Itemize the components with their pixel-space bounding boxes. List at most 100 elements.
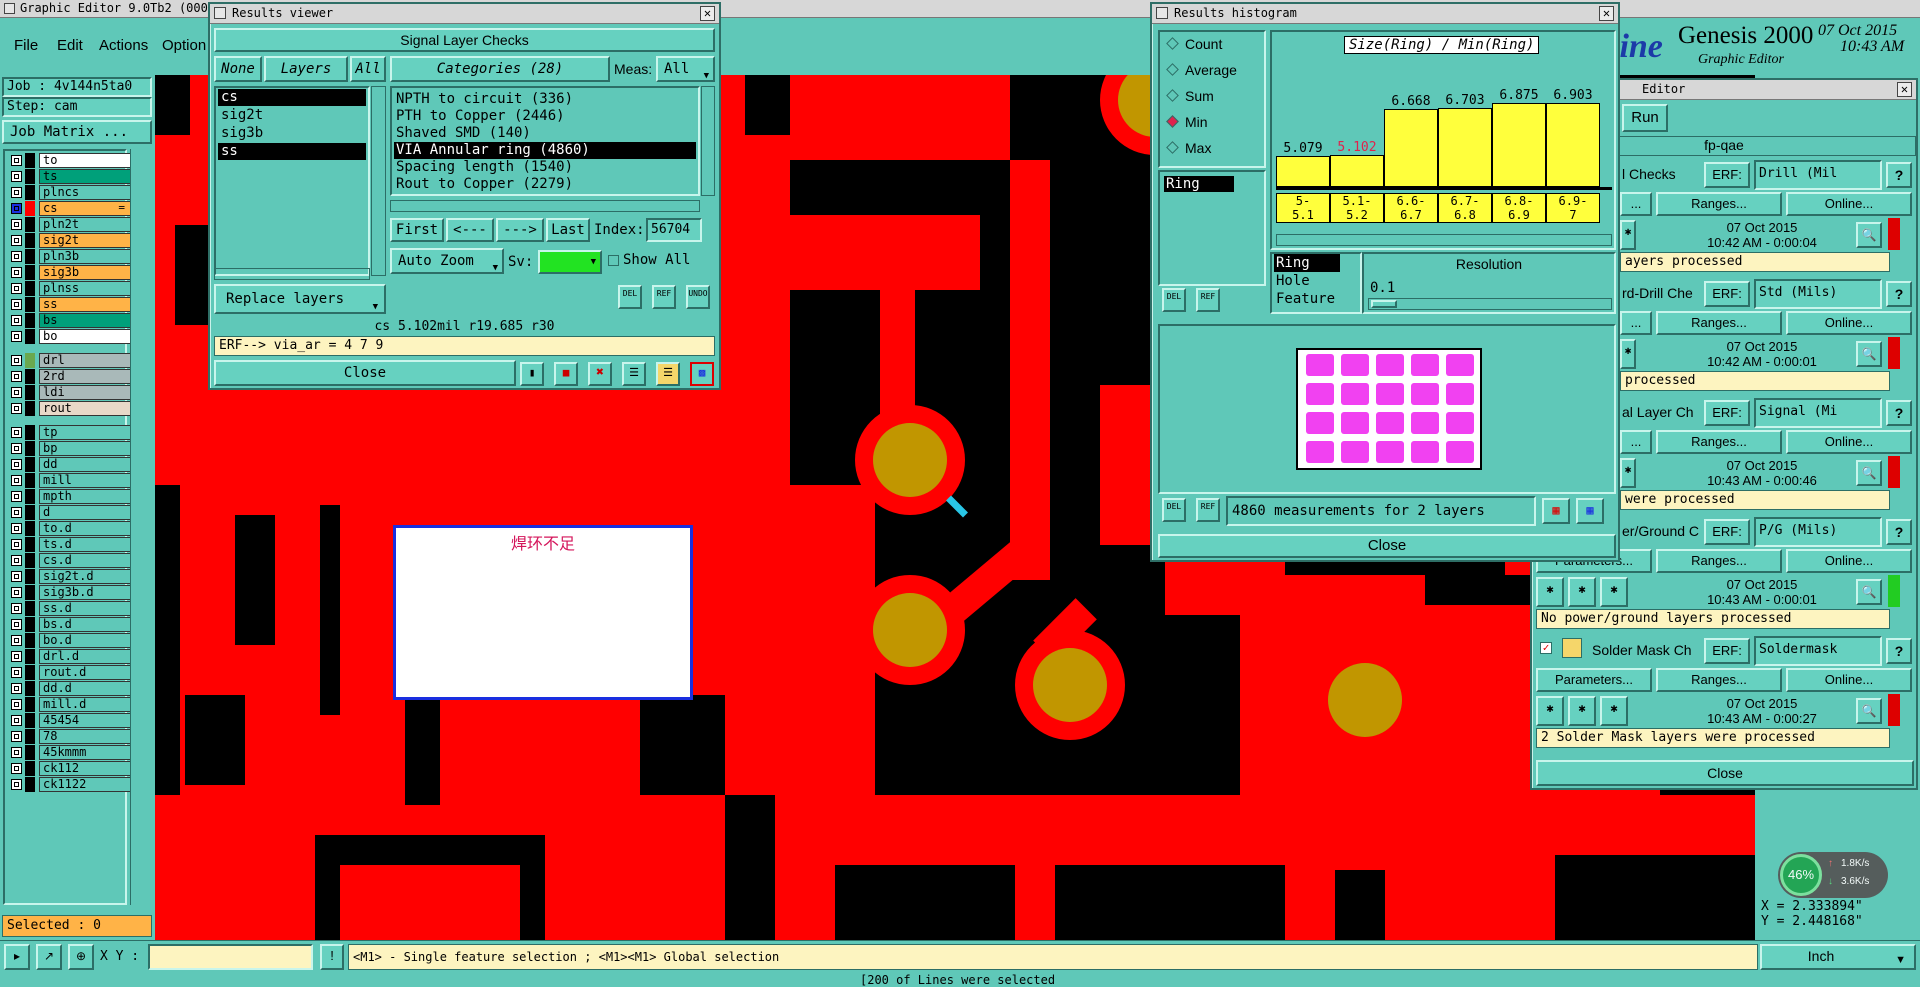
layer-row[interactable]: mill.d bbox=[11, 697, 133, 712]
del-icon[interactable]: DEL bbox=[618, 285, 642, 309]
category-item[interactable]: NPTH to circuit (336) bbox=[394, 91, 696, 108]
run-action-icon[interactable]: ✱ bbox=[1620, 339, 1636, 369]
run-action-icon[interactable]: ✱ bbox=[1600, 577, 1628, 607]
layer-color-swatch[interactable] bbox=[25, 601, 35, 616]
layer-row[interactable]: drl bbox=[11, 353, 133, 368]
layer-checkbox[interactable] bbox=[11, 283, 22, 294]
layer-checkbox[interactable] bbox=[11, 635, 22, 646]
help-button[interactable]: ? bbox=[1886, 162, 1912, 188]
online-button[interactable]: Online... bbox=[1786, 430, 1912, 454]
layer-color-swatch[interactable] bbox=[25, 185, 35, 200]
numbered-list-icon[interactable]: ☰ bbox=[622, 362, 646, 386]
none-button[interactable]: None bbox=[214, 56, 262, 82]
histogram-bar[interactable] bbox=[1438, 108, 1492, 187]
layer-color-swatch[interactable] bbox=[25, 569, 35, 584]
parameters-button[interactable]: Parameters... bbox=[1536, 668, 1652, 692]
menu-file[interactable]: File bbox=[14, 37, 38, 54]
layer-row[interactable]: dd.d bbox=[11, 681, 133, 696]
layer-checkbox[interactable] bbox=[11, 355, 22, 366]
layer-color-swatch[interactable] bbox=[25, 313, 35, 328]
category-item[interactable]: Shaved SMD (140) bbox=[394, 125, 696, 142]
layer-row[interactable]: ldi bbox=[11, 385, 133, 400]
close-icon[interactable]: ✕ bbox=[700, 6, 715, 21]
layer-color-swatch[interactable] bbox=[25, 401, 35, 416]
histogram-icon[interactable]: ▩ bbox=[690, 362, 714, 386]
layer-row[interactable]: rout.d bbox=[11, 665, 133, 680]
layer-checkbox[interactable] bbox=[11, 155, 22, 166]
layer-row[interactable]: drl.d bbox=[11, 649, 133, 664]
layer-scrollbar[interactable] bbox=[130, 149, 152, 905]
ring-list-item[interactable]: Ring bbox=[1164, 176, 1234, 192]
zoom-icon[interactable]: 🔍 bbox=[1856, 460, 1882, 486]
layer-row[interactable]: bs bbox=[11, 313, 133, 328]
menu-edit[interactable]: Edit bbox=[57, 37, 83, 54]
window-menu-icon[interactable] bbox=[4, 3, 15, 14]
via-pad[interactable] bbox=[1310, 645, 1420, 755]
layer-color-swatch[interactable] bbox=[25, 441, 35, 456]
resolution-slider[interactable] bbox=[1368, 298, 1612, 310]
layer-checkbox[interactable] bbox=[11, 603, 22, 614]
layer-row[interactable]: rout bbox=[11, 401, 133, 416]
layer-checkbox[interactable] bbox=[11, 187, 22, 198]
zoom-to-icon[interactable]: ▦ bbox=[1542, 498, 1570, 524]
auto-zoom-dropdown[interactable]: Auto Zoom ▼ bbox=[390, 248, 504, 274]
parameters-button[interactable]: ... bbox=[1620, 430, 1652, 454]
del-icon[interactable]: DEL bbox=[1162, 498, 1186, 522]
layer-row[interactable]: d bbox=[11, 505, 133, 520]
zoom-icon[interactable]: 🔍 bbox=[1856, 698, 1882, 724]
layer-color-swatch[interactable] bbox=[25, 217, 35, 232]
layer-row[interactable]: dd bbox=[11, 457, 133, 472]
via-pad[interactable] bbox=[855, 575, 965, 685]
results-close-button[interactable]: Close bbox=[214, 360, 516, 386]
layer-row[interactable]: plnss bbox=[11, 281, 133, 296]
erf-button[interactable]: ERF: bbox=[1704, 638, 1750, 664]
layer-checkbox[interactable] bbox=[11, 299, 22, 310]
layer-checkbox[interactable] bbox=[11, 427, 22, 438]
layer-checkbox[interactable] bbox=[11, 587, 22, 598]
layer-color-swatch[interactable] bbox=[25, 473, 35, 488]
layer-row[interactable]: ss.d bbox=[11, 601, 133, 616]
layer-checkbox[interactable] bbox=[11, 203, 22, 214]
layer-checkbox[interactable] bbox=[11, 267, 22, 278]
layer-color-swatch[interactable] bbox=[25, 249, 35, 264]
results-viewer-titlebar[interactable]: Results viewer ✕ bbox=[210, 4, 719, 24]
rv-layer-item[interactable]: cs bbox=[218, 89, 366, 106]
layer-color-swatch[interactable] bbox=[25, 665, 35, 680]
layer-color-swatch[interactable] bbox=[25, 521, 35, 536]
histogram-bar[interactable] bbox=[1384, 109, 1438, 187]
category-item[interactable]: Spacing length (1540) bbox=[394, 159, 696, 176]
close-icon[interactable]: ✕ bbox=[1897, 82, 1912, 97]
erf-button[interactable]: ERF: bbox=[1704, 162, 1750, 188]
online-button[interactable]: Online... bbox=[1786, 192, 1912, 216]
ranges-button[interactable]: Ranges... bbox=[1656, 311, 1782, 335]
layer-row[interactable]: sig3b.d bbox=[11, 585, 133, 600]
layer-color-swatch[interactable] bbox=[25, 617, 35, 632]
layer-checkbox[interactable] bbox=[11, 763, 22, 774]
layer-color-swatch[interactable] bbox=[25, 385, 35, 400]
layer-row[interactable]: mill bbox=[11, 473, 133, 488]
type-list-item[interactable]: Hole bbox=[1274, 272, 1358, 290]
enabled-checkbox[interactable]: ✓ bbox=[1540, 642, 1552, 654]
layer-checkbox[interactable] bbox=[11, 571, 22, 582]
ranges-button[interactable]: Ranges... bbox=[1656, 549, 1782, 573]
report-icon[interactable]: ☰ bbox=[656, 362, 680, 386]
layer-color-swatch[interactable] bbox=[25, 681, 35, 696]
del-icon[interactable]: DEL bbox=[1162, 288, 1186, 312]
erf-button[interactable]: ERF: bbox=[1704, 519, 1750, 545]
categories-hscroll[interactable] bbox=[390, 200, 700, 212]
layer-color-swatch[interactable] bbox=[25, 329, 35, 344]
stat-radio-sum[interactable]: Sum bbox=[1166, 88, 1214, 104]
next-button[interactable]: ---> bbox=[496, 218, 544, 242]
layer-checkbox[interactable] bbox=[11, 619, 22, 630]
layer-row[interactable]: pln2t bbox=[11, 217, 133, 232]
ruler-icon[interactable]: ▮ bbox=[520, 362, 544, 386]
layer-checkbox[interactable] bbox=[11, 171, 22, 182]
zoom-icon[interactable]: 🔍 bbox=[1856, 222, 1882, 248]
last-button[interactable]: Last bbox=[546, 218, 590, 242]
zoom-fit-icon[interactable]: ▦ bbox=[1576, 498, 1604, 524]
info-icon[interactable]: ! bbox=[320, 944, 344, 970]
layer-checkbox[interactable] bbox=[11, 651, 22, 662]
layer-checkbox[interactable] bbox=[11, 779, 22, 790]
erf-field[interactable]: Std (Mils) bbox=[1754, 279, 1882, 309]
layer-checkbox[interactable] bbox=[11, 315, 22, 326]
